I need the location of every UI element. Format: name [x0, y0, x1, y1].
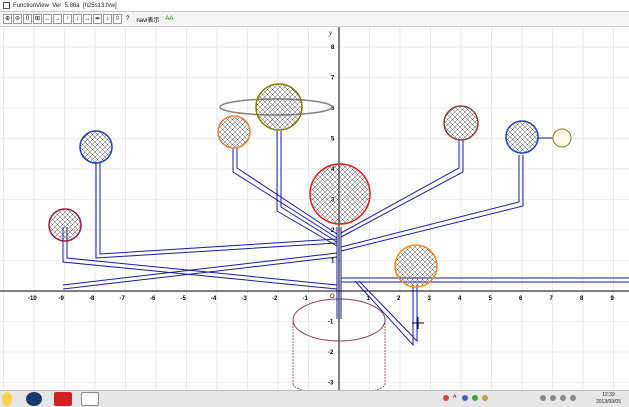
x-tick-label: 3	[428, 296, 432, 302]
font-button[interactable]: AA	[163, 16, 175, 22]
briefcase-app-icon[interactable]	[54, 392, 72, 406]
x-tick-label: -5	[181, 296, 187, 302]
functionview-app-icon[interactable]	[81, 392, 99, 406]
zero-button[interactable]: 0	[23, 14, 32, 24]
fit-icon[interactable]: ⊞	[33, 14, 42, 24]
clock-date: 2013/09/05	[595, 399, 621, 405]
app-icon	[3, 2, 10, 9]
ball-blue-left	[79, 130, 113, 164]
ball-orange-lower	[394, 244, 438, 288]
shrink-v-icon[interactable]: ⇳	[113, 14, 122, 24]
ball-maroon	[48, 208, 82, 242]
tray-icon-8[interactable]	[570, 395, 576, 401]
clock-time: 12:39	[602, 392, 615, 398]
y-tick-label: 7	[331, 76, 335, 82]
ball-blue-right	[505, 120, 539, 154]
move-left-icon[interactable]: ←	[43, 14, 52, 24]
y-tick-label: -3	[328, 381, 334, 387]
tray-icon-6[interactable]	[550, 395, 556, 401]
x-tick-label: -9	[59, 296, 65, 302]
x-tick-label: 7	[550, 296, 554, 302]
ball-olive	[255, 83, 303, 131]
tray-icon-4[interactable]	[482, 395, 488, 401]
tray-icon-3[interactable]	[472, 395, 478, 401]
x-tick-label: -7	[120, 296, 126, 302]
tray-icon-5[interactable]	[540, 395, 546, 401]
x-tick-label: 8	[580, 296, 584, 302]
crosshair-cursor-icon	[412, 317, 424, 329]
graph-canvas[interactable]: -10-9-8-7-6-5-4-3-2-112345678987654321-1…	[0, 27, 629, 390]
x-tick-label: -8	[89, 296, 95, 302]
x-tick-label: -3	[242, 296, 248, 302]
move-up-icon[interactable]: ↑	[63, 14, 72, 24]
y-tick-label: 1	[331, 259, 335, 265]
y-axis-label: y	[328, 29, 333, 37]
title-bar: FunctionView Ver 5.86a [h25s13.fvw]	[0, 0, 629, 12]
x-tick-label: -1	[303, 296, 309, 302]
x-tick-label: -6	[150, 296, 156, 302]
x-tick-label: 2	[397, 296, 401, 302]
ball-orange-upper	[217, 115, 251, 149]
navi-button[interactable]: navi表示	[133, 15, 162, 24]
x-tick-label: -10	[28, 296, 37, 302]
clock[interactable]: 12:39 2013/09/05	[596, 392, 621, 406]
x-tick-label: 6	[519, 296, 523, 302]
y-tick-label: 8	[331, 45, 335, 51]
expand-v-icon[interactable]: ↕	[103, 14, 112, 24]
taskbar: A 12:39 2013/09/05	[0, 390, 629, 407]
x-tick-label: -2	[272, 296, 278, 302]
y-tick-label: 5	[331, 137, 335, 143]
toolbar: ⊕ ⊖ 0 ⊞ ← → ↑ ↓ ↔ ⇹ ↕ ⇳ ? navi表示 AA	[0, 12, 629, 27]
zoom-out-icon[interactable]: ⊖	[13, 14, 22, 24]
window-title: FunctionView Ver 5.86a [h25s13.fvw]	[13, 2, 117, 9]
tray-icon-1[interactable]	[443, 395, 449, 401]
shrink-h-icon[interactable]: ⇹	[93, 14, 102, 24]
move-right-icon[interactable]: →	[53, 14, 62, 24]
help-button[interactable]: ?	[123, 16, 132, 22]
start-button[interactable]	[2, 392, 12, 406]
tree-branches	[62, 131, 629, 347]
x-tick-label: -4	[211, 296, 217, 302]
ball-red-large	[309, 163, 371, 225]
ball-yellow	[552, 128, 572, 148]
zoom-in-icon[interactable]: ⊕	[3, 14, 12, 24]
hp-app-icon[interactable]	[26, 392, 42, 406]
x-tick-label: 4	[458, 296, 462, 302]
x-tick-label: 9	[611, 296, 615, 302]
ball-brown	[443, 105, 479, 141]
move-down-icon[interactable]: ↓	[73, 14, 82, 24]
y-tick-label: -2	[328, 350, 334, 356]
tray-icon-7[interactable]	[560, 395, 566, 401]
tray-icon-2[interactable]	[462, 395, 468, 401]
ime-indicator[interactable]: A	[453, 394, 456, 400]
x-tick-label: 5	[489, 296, 493, 302]
expand-h-icon[interactable]: ↔	[83, 14, 92, 24]
y-tick-label: -1	[328, 320, 334, 326]
